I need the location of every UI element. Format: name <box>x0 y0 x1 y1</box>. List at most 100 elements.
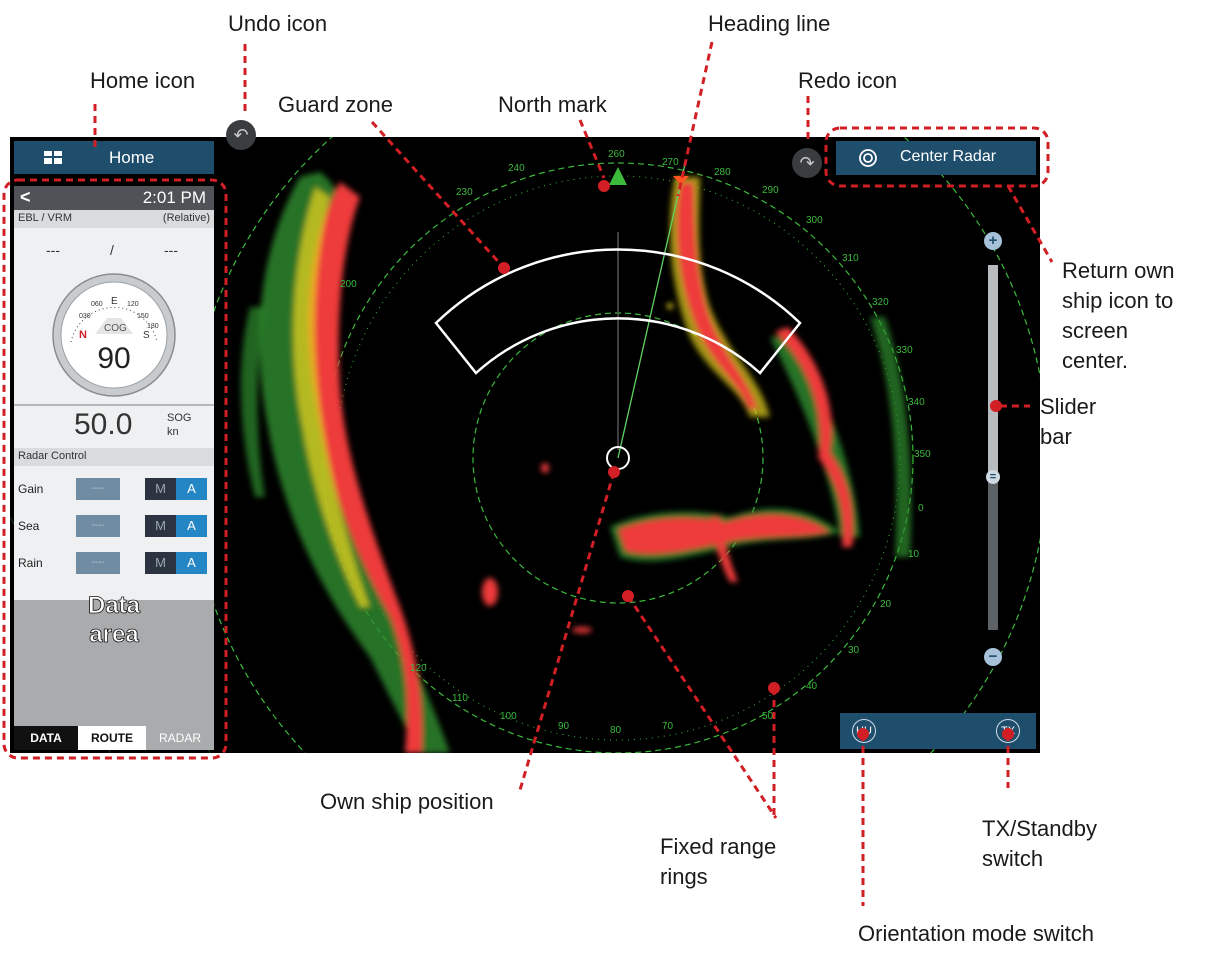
vrm-value[interactable]: --- <box>164 242 178 258</box>
undo-button[interactable]: ↶ <box>226 120 256 150</box>
radar-control-label: Radar Control <box>18 450 87 462</box>
center-radar-button[interactable]: Center Radar <box>836 141 1036 175</box>
sea-value[interactable]: ---- <box>76 515 120 537</box>
compass-e-label: E <box>111 296 118 307</box>
callout-fixed-line: Fixed range <box>660 834 777 859</box>
ebl-vrm-header: EBL / VRM (Relative) <box>14 210 214 228</box>
bearing-label: 70 <box>662 721 674 732</box>
rain-auto[interactable]: A <box>176 552 207 574</box>
cog-value: 90 <box>97 342 130 375</box>
bearing-label: 270 <box>662 157 679 168</box>
compass-tick-030: 030 <box>79 313 91 320</box>
ebl-value[interactable]: --- <box>46 242 60 258</box>
sog-value: 50.0 <box>74 408 133 441</box>
panel-tabs: DATA ROUTE RADAR <box>14 726 214 750</box>
callout-fixed-range-rings: Fixed range rings <box>660 832 776 892</box>
callout-guard-zone: Guard zone <box>278 92 393 117</box>
rain-value[interactable]: ---- <box>76 552 120 574</box>
callout-tx-line: switch <box>982 846 1044 871</box>
zoom-out-button[interactable]: − <box>984 648 1002 666</box>
bearing-label: 310 <box>842 253 859 264</box>
bearing-label: 90 <box>558 721 570 732</box>
bearing-label: 290 <box>762 185 779 196</box>
slider-thumb[interactable]: = <box>986 470 1000 484</box>
data-area-caption-line2: area <box>89 621 139 649</box>
bearing-label: 50 <box>762 711 774 722</box>
gain-value[interactable]: ---- <box>76 478 120 500</box>
cog-label: COG <box>104 323 127 334</box>
gain-mode-toggle[interactable]: M A <box>145 478 207 500</box>
plus-icon: + <box>988 232 998 249</box>
compass-s-label: S <box>143 330 150 341</box>
data-area: < 2:01 PM EBL / VRM (Relative) --- / ---… <box>14 186 214 750</box>
bearing-label: 30 <box>848 645 860 656</box>
zoom-in-button[interactable]: + <box>984 232 1002 250</box>
compass-tick-120: 120 <box>127 301 139 308</box>
data-area-caption: Data area <box>14 591 214 649</box>
bearing-label: 20 <box>880 599 892 610</box>
bearing-label: 240 <box>508 163 525 174</box>
gain-label: Gain <box>18 482 44 496</box>
tab-radar[interactable]: RADAR <box>146 726 214 750</box>
callout-redo-icon: Redo icon <box>798 68 898 93</box>
callout-return-line: ship icon to <box>1062 288 1174 313</box>
compass-n-label: N <box>79 329 87 341</box>
bearing-label: 120 <box>410 663 427 674</box>
home-label: Home <box>109 148 155 167</box>
bearing-label: 10 <box>908 549 920 560</box>
bearing-label: 330 <box>896 345 913 356</box>
tab-route[interactable]: ROUTE <box>78 726 146 750</box>
thumb-grip-icon: = <box>989 471 997 483</box>
bearing-label: 230 <box>456 187 473 198</box>
cog-compass: E N S 030 060 120 150 180 COG 90 <box>52 273 176 397</box>
chevron-left-icon[interactable]: < <box>20 187 31 208</box>
callout-undo-icon: Undo icon <box>228 11 328 36</box>
target-icon <box>859 149 877 167</box>
relative-label: (Relative) <box>162 212 210 224</box>
sog-label: SOG <box>167 412 192 424</box>
callout-own-ship-position: Own ship position <box>320 789 494 814</box>
radar-control-header: Radar Control <box>14 448 214 466</box>
rain-mode-toggle[interactable]: M A <box>145 552 207 574</box>
sea-manual[interactable]: M <box>145 515 176 537</box>
gain-manual[interactable]: M <box>145 478 176 500</box>
heading-line <box>617 163 686 459</box>
compass-tick-150: 150 <box>137 313 149 320</box>
compass-tick-060: 060 <box>91 301 103 308</box>
divider <box>14 404 214 406</box>
minus-icon: − <box>988 648 998 665</box>
compass-tick-180: 180 <box>147 323 159 330</box>
bearing-label: 260 <box>608 149 625 160</box>
callout-orientation-mode-switch: Orientation mode switch <box>858 921 1094 946</box>
tx-standby-switch[interactable]: TX <box>996 719 1020 743</box>
gain-auto[interactable]: A <box>176 478 207 500</box>
bottom-control-bar: HU TX <box>840 713 1036 749</box>
rain-manual[interactable]: M <box>145 552 176 574</box>
bearing-label: 0 <box>918 503 924 514</box>
bearing-label: 100 <box>500 711 517 722</box>
callout-tx-line: TX/Standby <box>982 816 1097 841</box>
data-area-caption-line1: Data <box>87 592 141 620</box>
sea-mode-toggle[interactable]: M A <box>145 515 207 537</box>
rain-label: Rain <box>18 556 43 570</box>
tab-data[interactable]: DATA <box>14 726 78 750</box>
callout-return-line: Return own <box>1062 258 1175 283</box>
orientation-mode-switch[interactable]: HU <box>852 719 876 743</box>
bearing-label: 280 <box>714 167 731 178</box>
callout-fixed-line: rings <box>660 864 708 889</box>
center-radar-label: Center Radar <box>900 148 997 165</box>
callout-slider-line: bar <box>1040 424 1072 449</box>
sog-unit: kn <box>167 426 179 438</box>
home-button[interactable]: Home <box>14 141 214 174</box>
callout-north-mark: North mark <box>498 92 607 117</box>
callout-return-own-ship: Return own ship icon to screen center. <box>1062 256 1175 376</box>
sea-auto[interactable]: A <box>176 515 207 537</box>
bearing-label: 340 <box>908 397 925 408</box>
callout-slider-line: Slider <box>1040 394 1097 419</box>
ebl-vrm-separator: / <box>110 242 114 258</box>
bearing-label: 110 <box>452 693 468 704</box>
bearing-label: 200 <box>340 279 357 290</box>
redo-button[interactable]: ↷ <box>792 148 822 178</box>
undo-icon: ↶ <box>233 125 249 145</box>
north-mark <box>609 167 627 185</box>
